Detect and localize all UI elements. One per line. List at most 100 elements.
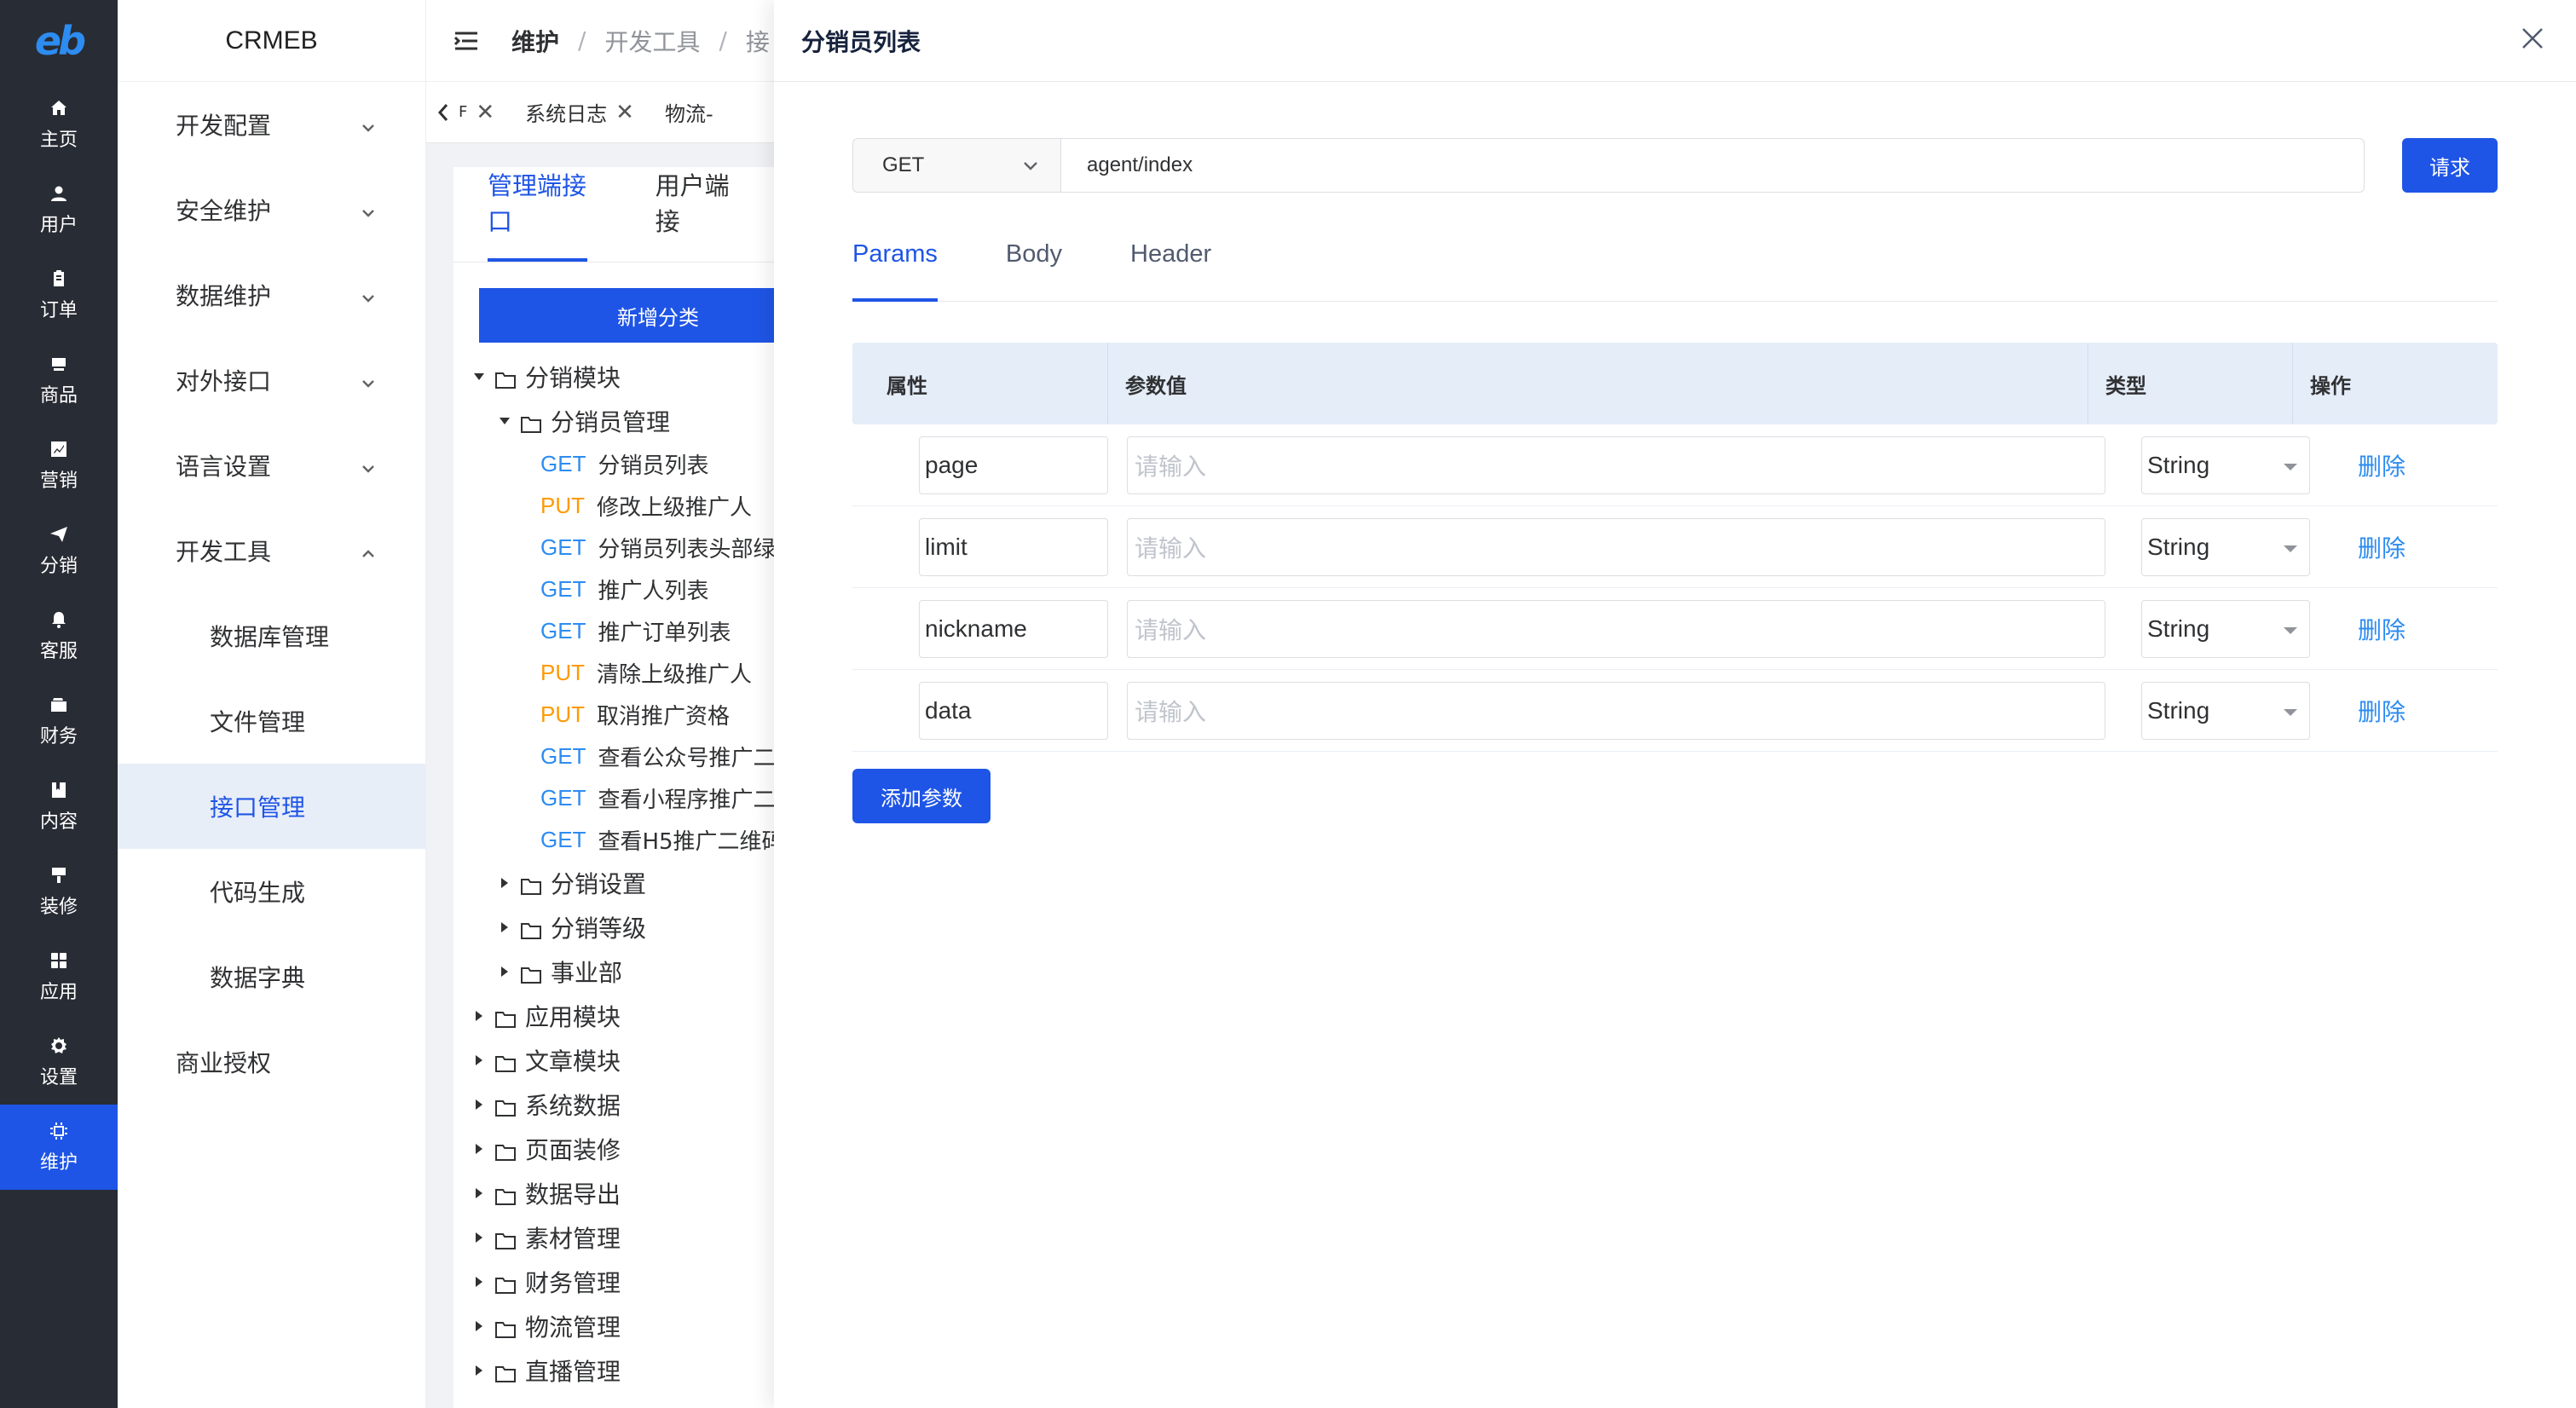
rail-item[interactable]: 装修: [0, 849, 118, 934]
param-name-input[interactable]: data: [919, 681, 1108, 740]
caret-right-icon[interactable]: [469, 1139, 489, 1159]
caret-right-icon[interactable]: [469, 1183, 489, 1203]
tree-api-item[interactable]: GET 分销员列表: [469, 443, 803, 485]
tab-admin-api[interactable]: 管理端接口: [488, 167, 587, 262]
tree-folder[interactable]: 物流管理: [469, 1304, 803, 1348]
rail-item[interactable]: 应用: [0, 934, 118, 1019]
tree-folder[interactable]: 数据导出: [469, 1171, 803, 1215]
rail-item[interactable]: 用户: [0, 167, 118, 252]
close-icon[interactable]: [2520, 26, 2550, 56]
caret-right-icon[interactable]: [469, 1227, 489, 1248]
submenu-item[interactable]: 数据字典: [118, 934, 425, 1019]
caret-down-icon[interactable]: [494, 411, 515, 431]
add-param-button[interactable]: 添加参数: [852, 769, 991, 823]
send-request-button[interactable]: 请求: [2402, 138, 2498, 193]
caret-right-icon[interactable]: [469, 1006, 489, 1026]
caret-right-icon[interactable]: [469, 1094, 489, 1115]
tree-api-item[interactable]: PUT 修改上级推广人: [469, 485, 803, 527]
caret-right-icon[interactable]: [469, 1050, 489, 1070]
tree-api-item[interactable]: GET 查看H5推广二维码: [469, 819, 803, 861]
breadcrumb-item[interactable]: 维护: [511, 24, 559, 58]
url-input[interactable]: agent/index: [1060, 138, 2365, 193]
rail-item[interactable]: 营销: [0, 423, 118, 508]
param-name-input[interactable]: page: [919, 436, 1108, 494]
tree-api-item[interactable]: GET 推广人列表: [469, 568, 803, 610]
tree-api-item[interactable]: GET 分销员列表头部绿: [469, 527, 803, 568]
rail-item[interactable]: 设置: [0, 1019, 118, 1105]
tree-folder[interactable]: 应用模块: [469, 994, 803, 1038]
param-type-select[interactable]: String: [2141, 599, 2310, 658]
rail-item[interactable]: 商品: [0, 338, 118, 423]
submenu-item[interactable]: 代码生成: [118, 849, 425, 934]
rail-item[interactable]: 客服: [0, 593, 118, 678]
tab-params[interactable]: Params: [852, 225, 938, 302]
tab-header[interactable]: Header: [1130, 225, 1211, 302]
tab-body[interactable]: Body: [1006, 225, 1062, 302]
tree-folder[interactable]: 分销员管理: [469, 399, 803, 443]
rail-item[interactable]: 内容: [0, 764, 118, 849]
param-name-input[interactable]: nickname: [919, 599, 1108, 658]
caret-right-icon[interactable]: [494, 873, 515, 893]
tree-api-item[interactable]: GET 查看小程序推广二: [469, 777, 803, 819]
chevron-left-icon[interactable]: [435, 95, 455, 130]
param-value-input[interactable]: 请输入: [1127, 436, 2105, 494]
submenu-group[interactable]: 对外接口: [118, 338, 425, 423]
param-type-select[interactable]: String: [2141, 436, 2310, 494]
rail-item[interactable]: 订单: [0, 252, 118, 338]
caret-down-icon[interactable]: [469, 366, 489, 387]
add-category-button[interactable]: 新增分类: [479, 288, 803, 343]
tree-folder[interactable]: 分销模块: [469, 355, 803, 399]
tree-api-item[interactable]: GET 查看公众号推广二: [469, 736, 803, 777]
rail-item[interactable]: 财务: [0, 678, 118, 764]
page-tag[interactable]: 系统日志 ✕: [525, 97, 634, 127]
tree-api-item[interactable]: PUT 取消推广资格: [469, 694, 803, 736]
caret-right-icon[interactable]: [469, 1272, 489, 1292]
tree-folder[interactable]: 直播管理: [469, 1348, 803, 1393]
caret-right-icon[interactable]: [469, 1360, 489, 1381]
tree-api-item[interactable]: PUT 清除上级推广人: [469, 652, 803, 694]
tree-folder[interactable]: 文章模块: [469, 1038, 803, 1082]
tree-folder[interactable]: 分销设置: [469, 861, 803, 905]
close-icon[interactable]: ✕: [615, 100, 634, 125]
delete-param-link[interactable]: 删除: [2358, 694, 2406, 728]
tree-folder[interactable]: 事业部: [469, 949, 803, 994]
caret-right-icon[interactable]: [494, 961, 515, 982]
rail-item[interactable]: 维护: [0, 1105, 118, 1190]
tree-folder[interactable]: 素材管理: [469, 1215, 803, 1260]
param-type-select[interactable]: String: [2141, 517, 2310, 576]
submenu-group[interactable]: 语言设置: [118, 423, 425, 508]
tree-folder[interactable]: 财务管理: [469, 1260, 803, 1304]
delete-param-link[interactable]: 删除: [2358, 448, 2406, 482]
submenu-group[interactable]: 开发配置: [118, 82, 425, 167]
submenu-item[interactable]: 接口管理: [118, 764, 425, 849]
breadcrumb-item[interactable]: 接: [746, 24, 770, 58]
method-select[interactable]: GET: [852, 138, 1060, 193]
tab-user-api[interactable]: 用户端接: [656, 167, 735, 262]
close-icon[interactable]: ✕: [476, 100, 494, 125]
param-type-select[interactable]: String: [2141, 681, 2310, 740]
submenu-group[interactable]: 安全维护: [118, 167, 425, 252]
tree-api-item[interactable]: GET 推广订单列表: [469, 610, 803, 652]
tree-folder[interactable]: 分销等级: [469, 905, 803, 949]
param-name-input[interactable]: limit: [919, 517, 1108, 576]
submenu-group[interactable]: 开发工具: [118, 508, 425, 593]
delete-param-link[interactable]: 删除: [2358, 612, 2406, 646]
rail-item[interactable]: 分销: [0, 508, 118, 593]
breadcrumb-item[interactable]: 开发工具: [604, 24, 700, 58]
tree-folder[interactable]: 页面装修: [469, 1127, 803, 1171]
submenu-item[interactable]: 数据库管理: [118, 593, 425, 678]
caret-right-icon[interactable]: [469, 1316, 489, 1336]
rail-item[interactable]: 主页: [0, 82, 118, 167]
delete-param-link[interactable]: 删除: [2358, 530, 2406, 564]
submenu-group[interactable]: 数据维护: [118, 252, 425, 338]
param-value-input[interactable]: 请输入: [1127, 517, 2105, 576]
submenu-group[interactable]: 商业授权: [118, 1019, 425, 1105]
param-value-input[interactable]: 请输入: [1127, 681, 2105, 740]
page-tag[interactable]: F ✕: [459, 100, 494, 125]
page-tag[interactable]: 物流-: [665, 97, 713, 127]
tree-folder[interactable]: 系统数据: [469, 1082, 803, 1127]
submenu-item[interactable]: 文件管理: [118, 678, 425, 764]
caret-right-icon[interactable]: [494, 917, 515, 938]
menu-toggle-icon[interactable]: [452, 26, 481, 55]
param-value-input[interactable]: 请输入: [1127, 599, 2105, 658]
